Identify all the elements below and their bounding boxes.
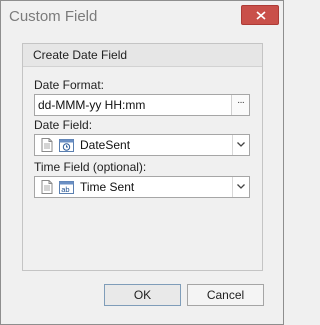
ok-button[interactable]: OK [104, 284, 181, 306]
title-bar[interactable]: Custom Field [1, 1, 283, 32]
date-field-dropdown-button[interactable] [232, 135, 249, 155]
date-field-value: DateSent [80, 138, 131, 152]
date-format-browse-button[interactable]: ··· [231, 95, 249, 115]
time-field-dropdown-button[interactable] [232, 177, 249, 197]
custom-field-dialog: Custom Field Create Date Field Date Form… [0, 0, 284, 325]
chevron-down-icon [237, 142, 245, 147]
document-icon [41, 138, 53, 152]
time-field-select[interactable]: ab Time Sent [34, 176, 250, 198]
chevron-down-icon [237, 184, 245, 189]
time-field-label: Time Field (optional): [34, 160, 147, 174]
document-icon [41, 180, 53, 194]
close-icon [256, 11, 266, 20]
cancel-button[interactable]: Cancel [187, 284, 264, 306]
calendar-field-icon [59, 139, 74, 152]
group-title: Create Date Field [33, 48, 128, 62]
date-field-label: Date Field: [34, 118, 93, 132]
date-field-select[interactable]: DateSent [34, 134, 250, 156]
date-format-field[interactable]: dd-MMM-yy HH:mm ··· [34, 94, 250, 116]
group-header: Create Date Field [23, 44, 262, 67]
date-format-value: dd-MMM-yy HH:mm [38, 98, 146, 112]
text-field-icon-label: ab [61, 185, 69, 194]
window-title: Custom Field [9, 8, 98, 25]
create-date-field-group: Create Date Field Date Format: dd-MMM-yy… [22, 43, 263, 271]
time-field-value: Time Sent [80, 180, 135, 194]
close-button[interactable] [241, 5, 279, 25]
text-field-icon: ab [59, 181, 74, 194]
date-format-label: Date Format: [34, 78, 105, 92]
